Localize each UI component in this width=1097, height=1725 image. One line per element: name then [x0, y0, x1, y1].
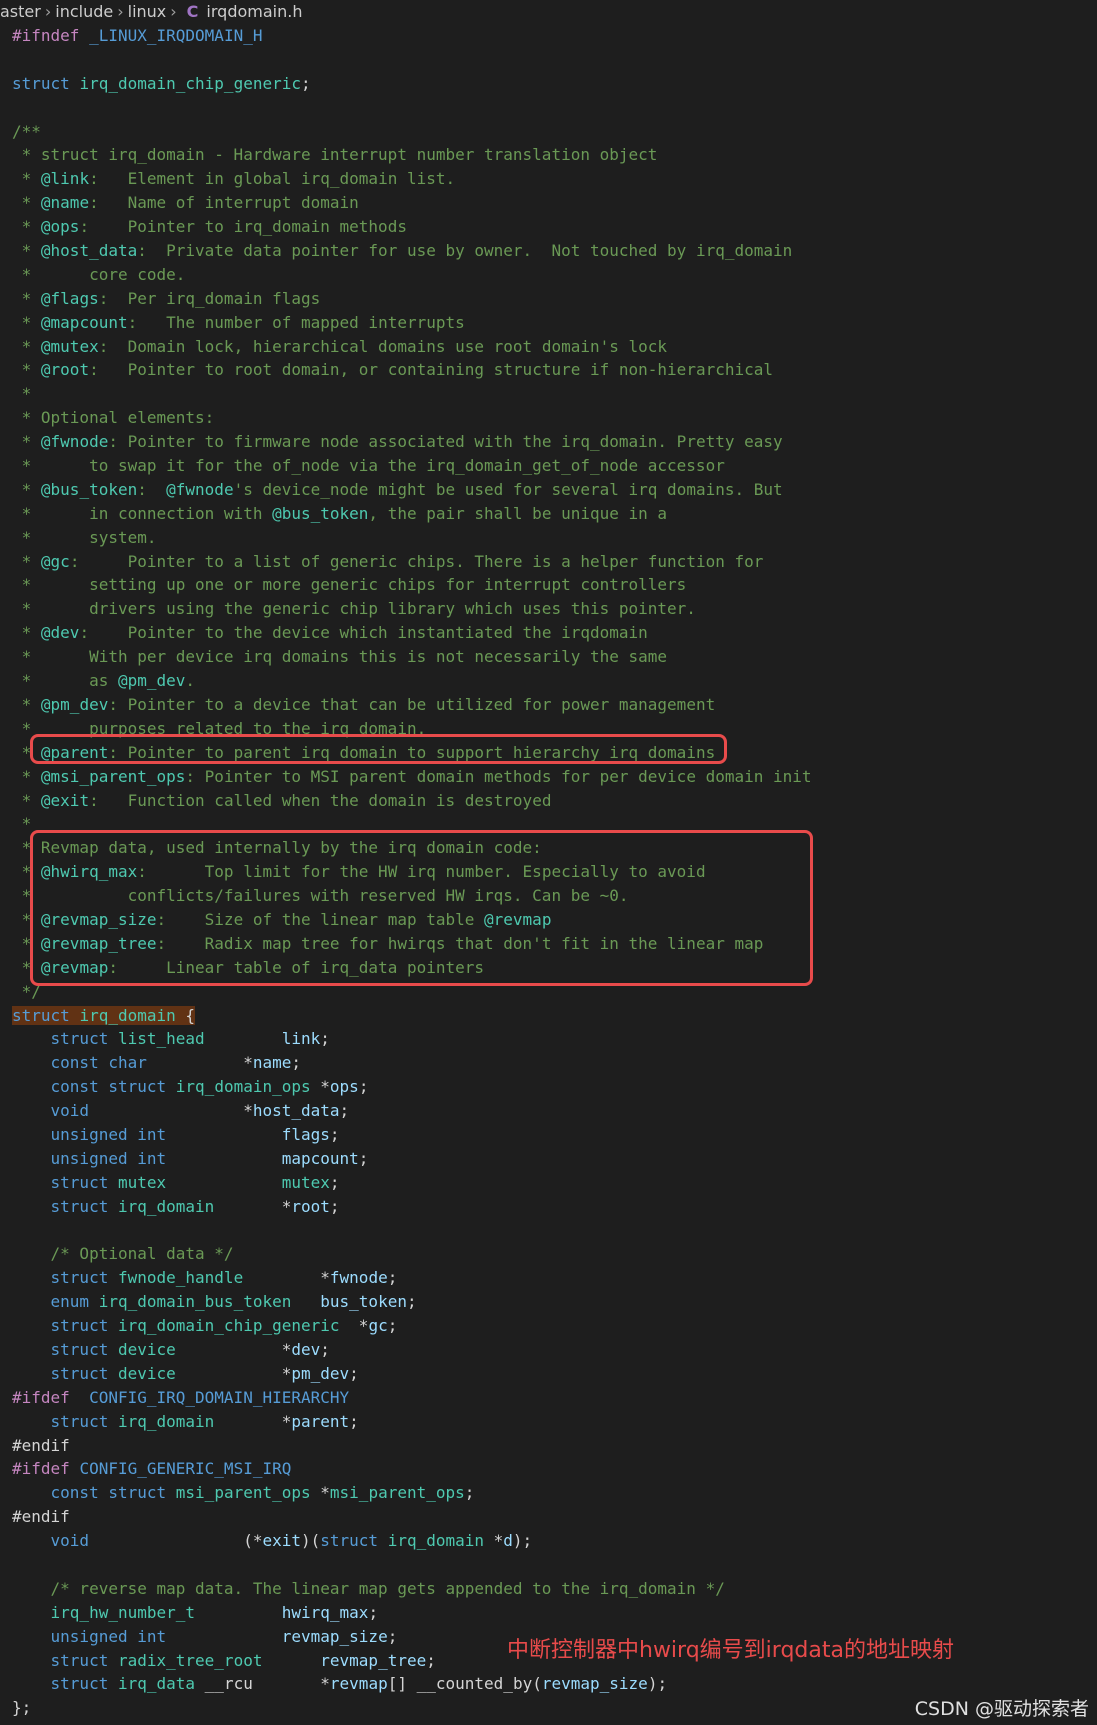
- breadcrumb-item-include[interactable]: include: [55, 0, 113, 24]
- code-line[interactable]: * @name: Name of interrupt domain: [12, 191, 812, 215]
- code-line[interactable]: * Optional elements:: [12, 406, 812, 430]
- code-line[interactable]: * as @pm_dev.: [12, 669, 812, 693]
- code-line[interactable]: * to swap it for the of_node via the irq…: [12, 454, 812, 478]
- highlight-box-parent: [30, 734, 727, 764]
- code-line[interactable]: * core code.: [12, 263, 812, 287]
- code-line[interactable]: * @pm_dev: Pointer to a device that can …: [12, 693, 812, 717]
- code-line[interactable]: struct irq_data __rcu *revmap[] __counte…: [12, 1672, 812, 1696]
- code-line[interactable]: * @fwnode: Pointer to firmware node asso…: [12, 430, 812, 454]
- code-line[interactable]: /**: [12, 120, 812, 144]
- code-line[interactable]: enum irq_domain_bus_token bus_token;: [12, 1290, 812, 1314]
- code-line[interactable]: struct irq_domain {: [12, 1004, 812, 1028]
- breadcrumb-item-branch[interactable]: aster: [0, 0, 41, 24]
- code-line[interactable]: unsigned int flags;: [12, 1123, 812, 1147]
- code-line[interactable]: struct list_head link;: [12, 1027, 812, 1051]
- breadcrumb-item-linux[interactable]: linux: [128, 0, 167, 24]
- code-line[interactable]: #endif: [12, 1505, 812, 1529]
- watermark: CSDN @驱动探索者: [914, 1698, 1089, 1720]
- code-line[interactable]: struct fwnode_handle *fwnode;: [12, 1266, 812, 1290]
- code-line[interactable]: #endif: [12, 1434, 812, 1458]
- code-line[interactable]: irq_hw_number_t hwirq_max;: [12, 1601, 812, 1625]
- breadcrumb: aster › include › linux › Cirqdomain.h: [0, 0, 1097, 24]
- code-line[interactable]: * setting up one or more generic chips f…: [12, 573, 812, 597]
- code-line[interactable]: void (*exit)(struct irq_domain *d);: [12, 1529, 812, 1553]
- code-line[interactable]: * @mutex: Domain lock, hierarchical doma…: [12, 335, 812, 359]
- chevron-right-icon: ›: [44, 2, 52, 21]
- code-line[interactable]: ​: [12, 1219, 812, 1243]
- code-line[interactable]: * @dev: Pointer to the device which inst…: [12, 621, 812, 645]
- code-line[interactable]: struct irq_domain *parent;: [12, 1410, 812, 1434]
- code-line[interactable]: * @link: Element in global irq_domain li…: [12, 167, 812, 191]
- code-line[interactable]: const struct irq_domain_ops *ops;: [12, 1075, 812, 1099]
- code-line[interactable]: struct device *dev;: [12, 1338, 812, 1362]
- code-line[interactable]: void *host_data;: [12, 1099, 812, 1123]
- code-line[interactable]: const struct msi_parent_ops *msi_parent_…: [12, 1481, 812, 1505]
- code-line[interactable]: * @flags: Per irq_domain flags: [12, 287, 812, 311]
- code-line[interactable]: /* Optional data */: [12, 1242, 812, 1266]
- code-line[interactable]: struct irq_domain_chip_generic *gc;: [12, 1314, 812, 1338]
- breadcrumb-file-name[interactable]: irqdomain.h: [206, 0, 302, 24]
- code-line[interactable]: * in connection with @bus_token, the pai…: [12, 502, 812, 526]
- code-line[interactable]: * system.: [12, 526, 812, 550]
- code-line[interactable]: #ifdef CONFIG_IRQ_DOMAIN_HIERARCHY: [12, 1386, 812, 1410]
- code-line[interactable]: * @root: Pointer to root domain, or cont…: [12, 358, 812, 382]
- code-line[interactable]: struct mutex mutex;: [12, 1171, 812, 1195]
- chevron-right-icon: ›: [117, 2, 124, 21]
- highlight-box-revmap: [30, 830, 813, 986]
- chevron-right-icon: ›: [170, 2, 177, 21]
- code-line[interactable]: * @exit: Function called when the domain…: [12, 789, 812, 813]
- code-line[interactable]: ​: [12, 1553, 812, 1577]
- code-line[interactable]: * @gc: Pointer to a list of generic chip…: [12, 550, 812, 574]
- code-line[interactable]: struct irq_domain *root;: [12, 1195, 812, 1219]
- code-line[interactable]: *: [12, 382, 812, 406]
- code-line[interactable]: ​: [12, 48, 812, 72]
- code-line[interactable]: * struct irq_domain - Hardware interrupt…: [12, 143, 812, 167]
- code-line[interactable]: struct device *pm_dev;: [12, 1362, 812, 1386]
- code-line[interactable]: /* reverse map data. The linear map gets…: [12, 1577, 812, 1601]
- code-line[interactable]: * With per device irq domains this is no…: [12, 645, 812, 669]
- code-line[interactable]: #ifndef _LINUX_IRQDOMAIN_H: [12, 24, 812, 48]
- code-line[interactable]: * @bus_token: @fwnode's device_node migh…: [12, 478, 812, 502]
- code-line[interactable]: #ifdef CONFIG_GENERIC_MSI_IRQ: [12, 1457, 812, 1481]
- code-line[interactable]: * @mapcount: The number of mapped interr…: [12, 311, 812, 335]
- code-line[interactable]: ​: [12, 96, 812, 120]
- code-line[interactable]: * @host_data: Private data pointer for u…: [12, 239, 812, 263]
- code-line[interactable]: * @ops: Pointer to irq_domain methods: [12, 215, 812, 239]
- code-line[interactable]: struct irq_domain_chip_generic;: [12, 72, 812, 96]
- code-line[interactable]: const char *name;: [12, 1051, 812, 1075]
- annotation-text: 中断控制器中hwirq编号到irqdata的地址映射: [507, 1638, 954, 1663]
- code-line[interactable]: * drivers using the generic chip library…: [12, 597, 812, 621]
- c-file-icon: C: [186, 2, 199, 21]
- code-line[interactable]: * @msi_parent_ops: Pointer to MSI parent…: [12, 765, 812, 789]
- code-line[interactable]: };: [12, 1696, 812, 1720]
- code-line[interactable]: unsigned int mapcount;: [12, 1147, 812, 1171]
